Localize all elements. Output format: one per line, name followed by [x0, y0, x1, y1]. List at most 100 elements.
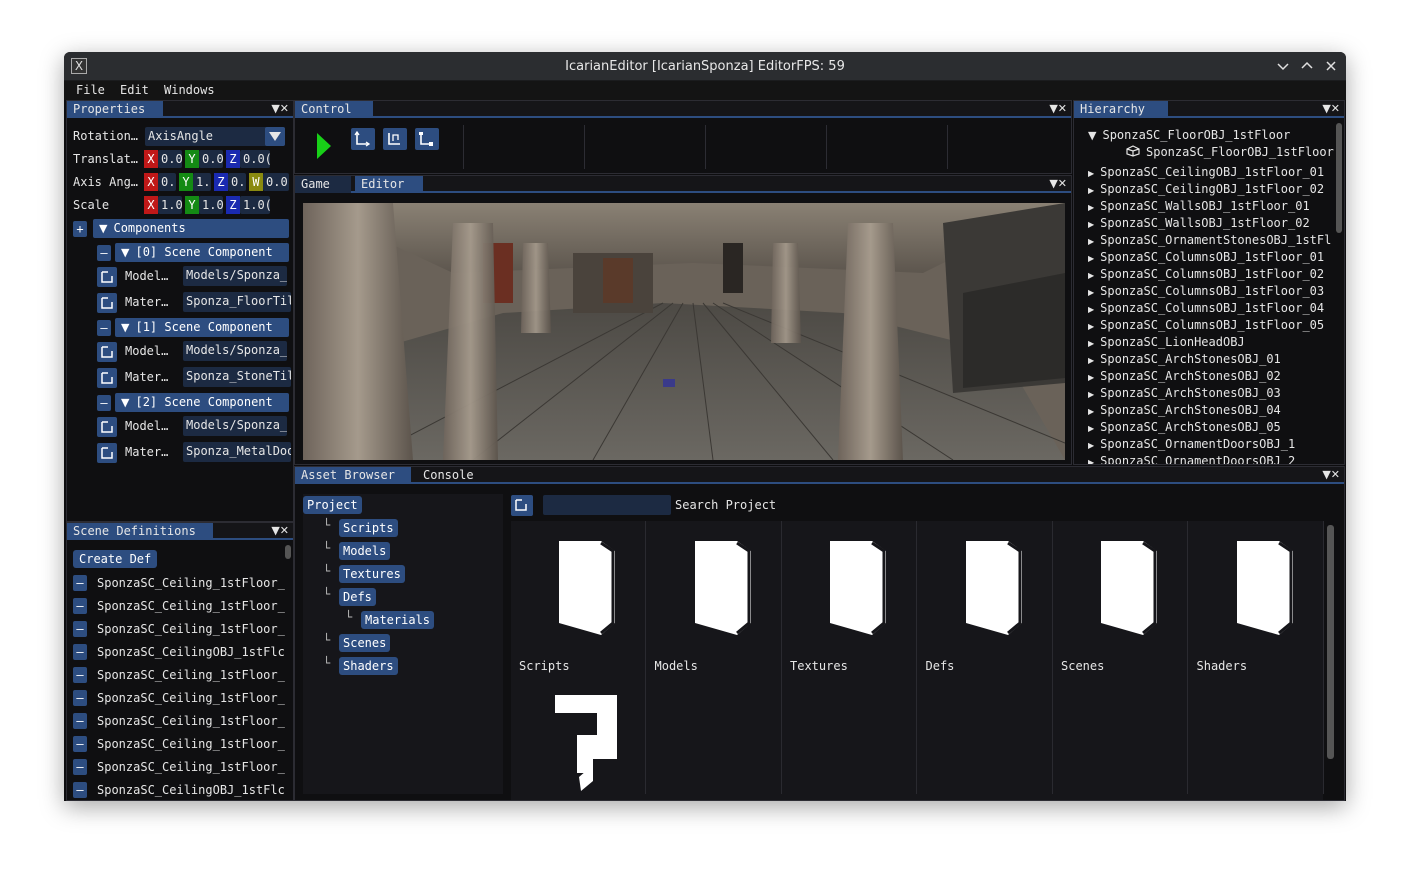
panel-menu-icon[interactable]: ▼✕: [271, 524, 289, 537]
scale-x-field[interactable]: 1.0: [158, 196, 182, 214]
tab-game[interactable]: Game: [295, 176, 351, 193]
asset-folder[interactable]: Shaders: [1189, 521, 1324, 794]
hierarchy-item[interactable]: ▶ SponzaSC_CeilingOBJ_1stFloor_02: [1088, 182, 1324, 196]
translation-x-field[interactable]: 0.0: [158, 150, 182, 168]
scene-def-item[interactable]: SponzaSC_Ceiling_1stFloor_: [97, 691, 285, 705]
hierarchy-item[interactable]: ▶ SponzaSC_ArchStonesOBJ_04: [1088, 403, 1281, 417]
hierarchy-item[interactable]: ▶ SponzaSC_ColumnsOBJ_1stFloor_02: [1088, 267, 1324, 281]
panel-menu-icon[interactable]: ▼✕: [1049, 102, 1067, 115]
hierarchy-root-item[interactable]: ▼ SponzaSC_FloorOBJ_1stFloor: [1088, 128, 1290, 142]
components-header[interactable]: ▼ Components: [93, 219, 289, 238]
remove-def-button[interactable]: –: [73, 759, 87, 775]
remove-component-button[interactable]: –: [97, 245, 111, 261]
rotate-tool-button[interactable]: [383, 128, 407, 150]
component-header[interactable]: ▼ [1] Scene Component: [115, 318, 289, 337]
menu-windows[interactable]: Windows: [164, 83, 215, 97]
hierarchy-item[interactable]: ▶ SponzaSC_WallsOBJ_1stFloor_01: [1088, 199, 1310, 213]
remove-def-button[interactable]: –: [73, 598, 87, 614]
model-field[interactable]: Models/Sponza_: [183, 341, 287, 361]
model-field[interactable]: Models/Sponza_: [183, 266, 287, 286]
asset-folder[interactable]: Defs: [918, 521, 1053, 794]
tab-console[interactable]: Console: [417, 467, 487, 484]
remove-def-button[interactable]: –: [73, 667, 87, 683]
panel-menu-icon[interactable]: ▼✕: [1322, 102, 1340, 115]
asset-folder[interactable]: Models: [647, 521, 782, 794]
hierarchy-item[interactable]: ▶ SponzaSC_LionHeadOBJ: [1088, 335, 1245, 349]
search-input[interactable]: [543, 495, 671, 515]
scene-viewport[interactable]: [303, 203, 1066, 461]
material-picker-button[interactable]: [97, 293, 117, 313]
scrollbar[interactable]: [1327, 525, 1334, 759]
hierarchy-item[interactable]: ▶ SponzaSC_OrnamentDoorsOBJ_1: [1088, 437, 1295, 451]
scene-def-item[interactable]: SponzaSC_Ceiling_1stFloor_: [97, 622, 285, 636]
scene-def-item[interactable]: SponzaSC_CeilingOBJ_1stFlc: [97, 645, 285, 659]
material-picker-button[interactable]: [97, 368, 117, 388]
tree-defs[interactable]: Defs: [339, 588, 376, 606]
add-component-button[interactable]: +: [73, 221, 87, 237]
axis-z-field[interactable]: 0.: [228, 173, 246, 191]
material-picker-button[interactable]: [97, 443, 117, 463]
scene-def-item[interactable]: SponzaSC_CeilingOBJ_1stFlc: [97, 783, 285, 797]
model-picker-button[interactable]: [97, 267, 117, 287]
rotation-select[interactable]: AxisAngle: [145, 127, 285, 146]
tab-hierarchy[interactable]: Hierarchy: [1074, 101, 1168, 118]
tree-textures[interactable]: Textures: [339, 565, 405, 583]
hierarchy-item[interactable]: ▶ SponzaSC_ArchStonesOBJ_01: [1088, 352, 1281, 366]
model-field[interactable]: Models/Sponza_: [183, 416, 287, 436]
tree-shaders[interactable]: Shaders: [339, 657, 398, 675]
translation-z-field[interactable]: 0.0(: [240, 150, 270, 168]
menu-file[interactable]: File: [76, 83, 105, 97]
panel-menu-icon[interactable]: ▼✕: [1049, 177, 1067, 190]
scene-def-item[interactable]: SponzaSC_Ceiling_1stFloor_: [97, 576, 285, 590]
new-asset-button[interactable]: [511, 495, 533, 516]
component-header[interactable]: ▼ [0] Scene Component: [115, 243, 289, 262]
scene-def-item[interactable]: SponzaSC_Ceiling_1stFloor_: [97, 714, 285, 728]
model-picker-button[interactable]: [97, 417, 117, 437]
asset-folder[interactable]: Scripts: [511, 521, 646, 794]
hierarchy-child-item[interactable]: SponzaSC_FloorOBJ_1stFloor: [1126, 145, 1334, 159]
remove-def-button[interactable]: –: [73, 736, 87, 752]
tree-scripts[interactable]: Scripts: [339, 519, 398, 537]
tab-scene-definitions[interactable]: Scene Definitions: [67, 523, 213, 540]
tab-editor[interactable]: Editor: [355, 176, 423, 193]
hierarchy-item[interactable]: ▶ SponzaSC_ColumnsOBJ_1stFloor_05: [1088, 318, 1324, 332]
scene-def-item[interactable]: SponzaSC_Ceiling_1stFloor_: [97, 760, 285, 774]
tab-properties[interactable]: Properties: [67, 101, 163, 118]
remove-def-button[interactable]: –: [73, 782, 87, 798]
hierarchy-item[interactable]: ▶ SponzaSC_ArchStonesOBJ_05: [1088, 420, 1281, 434]
panel-menu-icon[interactable]: ▼✕: [271, 102, 289, 115]
remove-def-button[interactable]: –: [73, 621, 87, 637]
remove-component-button[interactable]: –: [97, 395, 111, 411]
scrollbar[interactable]: [1336, 123, 1342, 233]
remove-component-button[interactable]: –: [97, 320, 111, 336]
hierarchy-item[interactable]: ▶ SponzaSC_ColumnsOBJ_1stFloor_04: [1088, 301, 1324, 315]
hierarchy-item[interactable]: ▶ SponzaSC_ArchStonesOBJ_02: [1088, 369, 1281, 383]
remove-def-button[interactable]: –: [73, 690, 87, 706]
rotation-dropdown-button[interactable]: [265, 127, 285, 146]
hierarchy-item[interactable]: ▶ SponzaSC_CeilingOBJ_1stFloor_01: [1088, 165, 1324, 179]
remove-def-button[interactable]: –: [73, 713, 87, 729]
model-picker-button[interactable]: [97, 342, 117, 362]
scale-y-field[interactable]: 1.0: [199, 196, 223, 214]
asset-folder[interactable]: Scenes: [1053, 521, 1188, 794]
axis-y-field[interactable]: 1.: [193, 173, 211, 191]
hierarchy-item[interactable]: ▶ SponzaSC_ArchStonesOBJ_03: [1088, 386, 1281, 400]
axis-x-field[interactable]: 0.: [158, 173, 176, 191]
scene-def-item[interactable]: SponzaSC_Ceiling_1stFloor_: [97, 737, 285, 751]
translation-y-field[interactable]: 0.0: [199, 150, 223, 168]
maximize-icon[interactable]: [1298, 57, 1316, 75]
play-button[interactable]: [315, 131, 333, 164]
remove-def-button[interactable]: –: [73, 644, 87, 660]
panel-menu-icon[interactable]: ▼✕: [1322, 468, 1340, 481]
tree-models[interactable]: Models: [339, 542, 391, 560]
asset-folder[interactable]: Textures: [782, 521, 917, 794]
menu-edit[interactable]: Edit: [120, 83, 149, 97]
material-field[interactable]: Sponza_MetalDoo: [183, 442, 291, 462]
tree-scenes[interactable]: Scenes: [339, 634, 391, 652]
translate-tool-button[interactable]: [351, 128, 375, 150]
remove-def-button[interactable]: –: [73, 575, 87, 591]
hierarchy-item[interactable]: ▶ SponzaSC_ColumnsOBJ_1stFloor_03: [1088, 284, 1324, 298]
material-field[interactable]: Sponza_StoneTil: [183, 367, 291, 387]
tab-asset-browser[interactable]: Asset Browser: [295, 467, 411, 484]
hierarchy-item[interactable]: ▶ SponzaSC_WallsOBJ_1stFloor_02: [1088, 216, 1310, 230]
